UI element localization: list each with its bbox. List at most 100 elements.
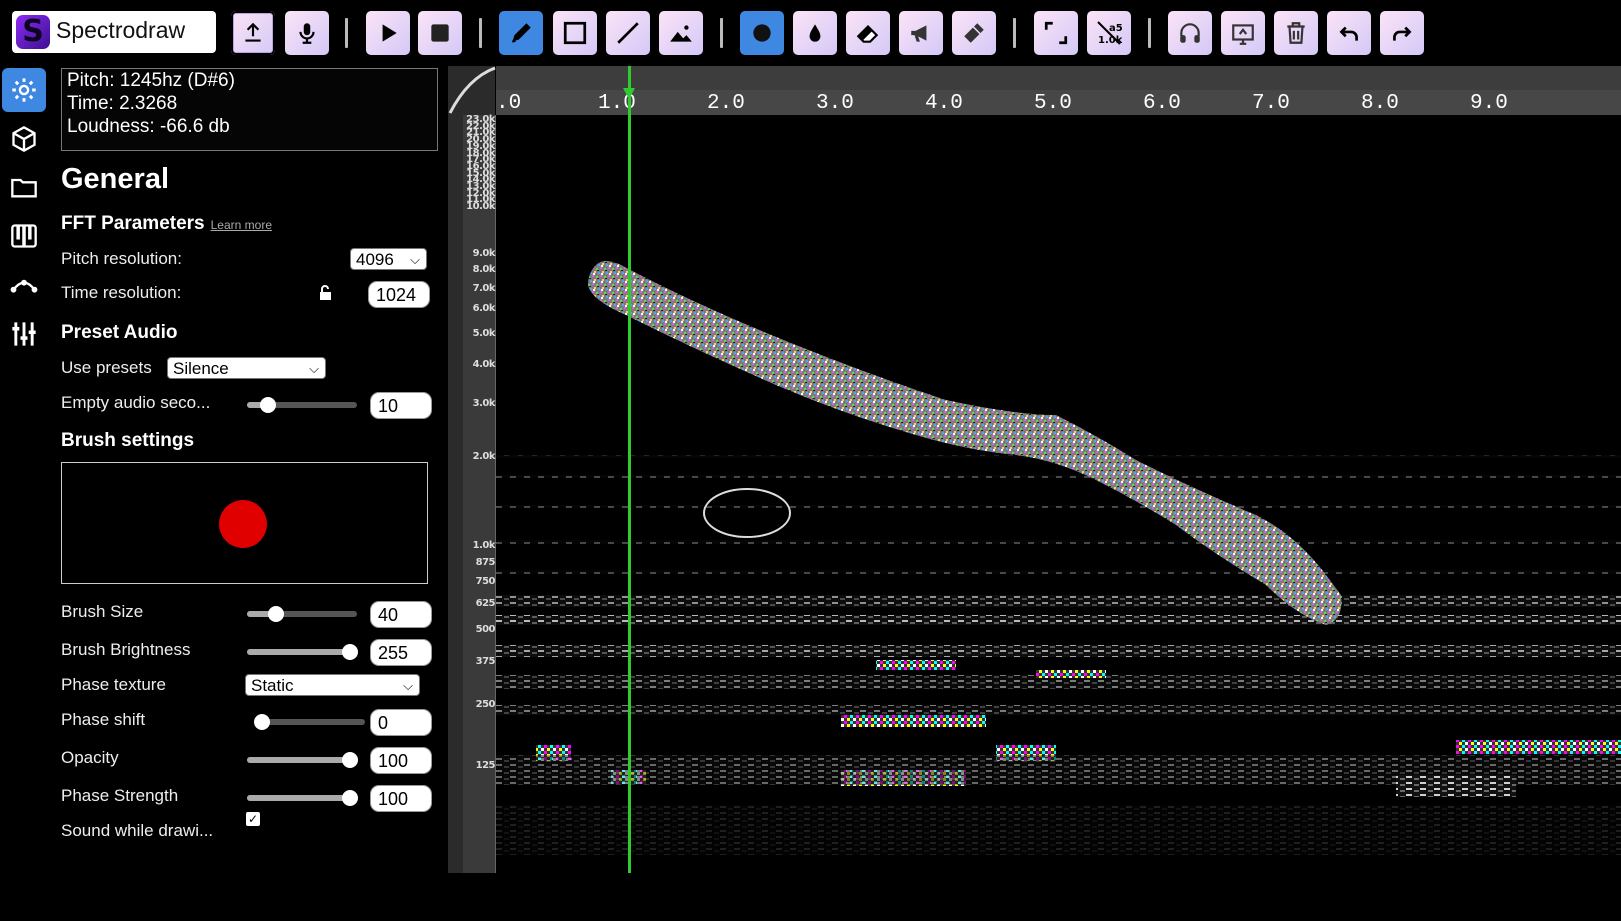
pen-tool-button[interactable] <box>499 11 543 55</box>
sidebar-piano-button[interactable] <box>2 214 46 258</box>
export-button[interactable] <box>1221 11 1265 55</box>
brush-preview <box>61 462 428 584</box>
cursor-readout: Pitch: 1245hz (D#6) Time: 2.3268 Loudnes… <box>61 68 438 151</box>
svg-text:a5: a5 <box>1109 23 1122 34</box>
play-button[interactable] <box>366 11 410 55</box>
pitch-resolution-select[interactable]: 4096 ⌵ <box>350 248 427 270</box>
playhead-line[interactable] <box>628 66 632 874</box>
audio-content <box>496 595 1621 855</box>
toolbar-separator <box>1013 18 1016 48</box>
opacity-input[interactable]: 100 <box>370 747 432 774</box>
brush-size-label: Brush Size <box>61 602 144 621</box>
export-icon <box>1232 24 1254 45</box>
upload-button[interactable] <box>231 11 275 55</box>
time-resolution-input[interactable]: 1024 <box>368 281 430 308</box>
brush-size-input[interactable]: 40 <box>370 601 432 628</box>
phase-shift-input[interactable]: 0 <box>370 709 432 736</box>
image-tool-button[interactable] <box>659 11 703 55</box>
eraser-icon <box>856 24 879 43</box>
time-resolution-label: Time resolution: <box>61 283 182 302</box>
circle-brush-icon <box>753 24 771 42</box>
sidebar-general-button[interactable] <box>2 68 46 112</box>
pitch-readout: Pitch: 1245hz (D#6) <box>67 70 235 91</box>
brush-brightness-input[interactable]: 255 <box>370 639 432 666</box>
slider-knob[interactable] <box>342 644 358 660</box>
redo-icon <box>1393 26 1412 41</box>
piano-icon <box>11 224 37 248</box>
sound-while-drawing-checkbox[interactable]: ✓ <box>246 812 260 826</box>
slider-knob[interactable] <box>260 397 276 413</box>
sidebar-curves-button[interactable] <box>2 263 46 307</box>
slider-knob[interactable] <box>342 752 358 768</box>
frequency-label: 4.0k <box>472 359 496 370</box>
use-presets-select[interactable]: Silence ⌵ <box>167 357 326 379</box>
delete-button[interactable] <box>1274 11 1318 55</box>
opacity-slider[interactable] <box>247 752 358 768</box>
time-readout: Time: 2.3268 <box>67 93 178 114</box>
mixer-icon <box>12 322 36 346</box>
rectangle-tool-button[interactable] <box>553 11 597 55</box>
redo-button[interactable] <box>1380 11 1424 55</box>
record-button[interactable] <box>285 11 329 55</box>
use-presets-label: Use presets <box>61 358 152 377</box>
amplify-button[interactable] <box>899 11 943 55</box>
brush-cursor <box>703 488 791 538</box>
sidebar-mixer-button[interactable] <box>2 312 46 356</box>
clone-stamp-button[interactable] <box>952 11 996 55</box>
frequency-label: 125 <box>475 760 496 771</box>
timeline-scroll-strip[interactable] <box>496 66 1621 90</box>
axis-corner-curve <box>448 66 496 114</box>
note-axis-toggle-button[interactable]: a5 1.0k <box>1087 11 1131 55</box>
frequency-label: 10.0k <box>466 201 495 213</box>
headphones-button[interactable] <box>1168 11 1212 55</box>
learn-more-link[interactable]: Learn more <box>211 218 272 232</box>
empty-audio-input[interactable]: 10 <box>370 392 432 419</box>
sidebar-3d-button[interactable] <box>2 117 46 161</box>
brush-brightness-slider[interactable] <box>247 644 358 660</box>
pitch-resolution-value: 4096 <box>356 250 394 269</box>
curve-icon <box>10 279 38 293</box>
folder-icon <box>11 178 37 198</box>
slider-fill <box>247 649 350 655</box>
megaphone-icon <box>911 25 927 42</box>
circle-brush-button[interactable] <box>740 11 784 55</box>
empty-audio-label: Empty audio seco... <box>61 393 211 412</box>
toolbar-separator <box>479 18 482 48</box>
frequency-label: 750 <box>475 576 496 587</box>
time-tick-label: .0 <box>496 92 522 115</box>
slider-knob[interactable] <box>268 606 284 622</box>
phase-texture-label: Phase texture <box>61 675 166 694</box>
spectrogram-canvas[interactable] <box>496 115 1621 873</box>
slider-fill <box>247 795 350 801</box>
unlock-toggle[interactable] <box>318 285 336 305</box>
undo-button[interactable] <box>1327 11 1371 55</box>
spectrogram-image <box>496 261 1621 855</box>
playhead-marker-icon[interactable] <box>622 86 636 100</box>
brush-heading: Brush settings <box>61 430 195 451</box>
rectangle-icon <box>563 21 587 45</box>
line-tool-button[interactable] <box>606 11 650 55</box>
toolbar: S Spectrodraw a5 1.0k <box>0 0 1621 66</box>
phase-texture-select[interactable]: Static ⌵ <box>245 674 420 696</box>
slider-knob[interactable] <box>254 714 270 730</box>
fit-view-button[interactable] <box>1034 11 1078 55</box>
eraser-button[interactable] <box>846 11 890 55</box>
empty-audio-slider[interactable] <box>247 397 357 413</box>
chevron-down-icon: ⌵ <box>309 361 319 376</box>
brush-size-slider[interactable] <box>247 606 357 622</box>
trash-icon <box>1287 22 1305 44</box>
stop-button[interactable] <box>418 11 462 55</box>
frequency-label: 8.0k <box>472 264 496 275</box>
blur-brush-button[interactable] <box>793 11 837 55</box>
frequency-label: 625 <box>475 598 496 609</box>
pitch-resolution-label: Pitch resolution: <box>61 249 182 268</box>
sidebar-files-button[interactable] <box>2 165 46 209</box>
brush-preview-dot <box>219 500 267 548</box>
frequency-label: 6.0k <box>472 303 496 314</box>
phase-strength-input[interactable]: 100 <box>370 785 432 812</box>
opacity-label: Opacity <box>61 748 119 767</box>
slider-knob[interactable] <box>342 790 358 806</box>
phase-shift-slider[interactable] <box>254 714 365 730</box>
frequency-label: 375 <box>475 656 496 667</box>
phase-strength-slider[interactable] <box>247 790 358 806</box>
